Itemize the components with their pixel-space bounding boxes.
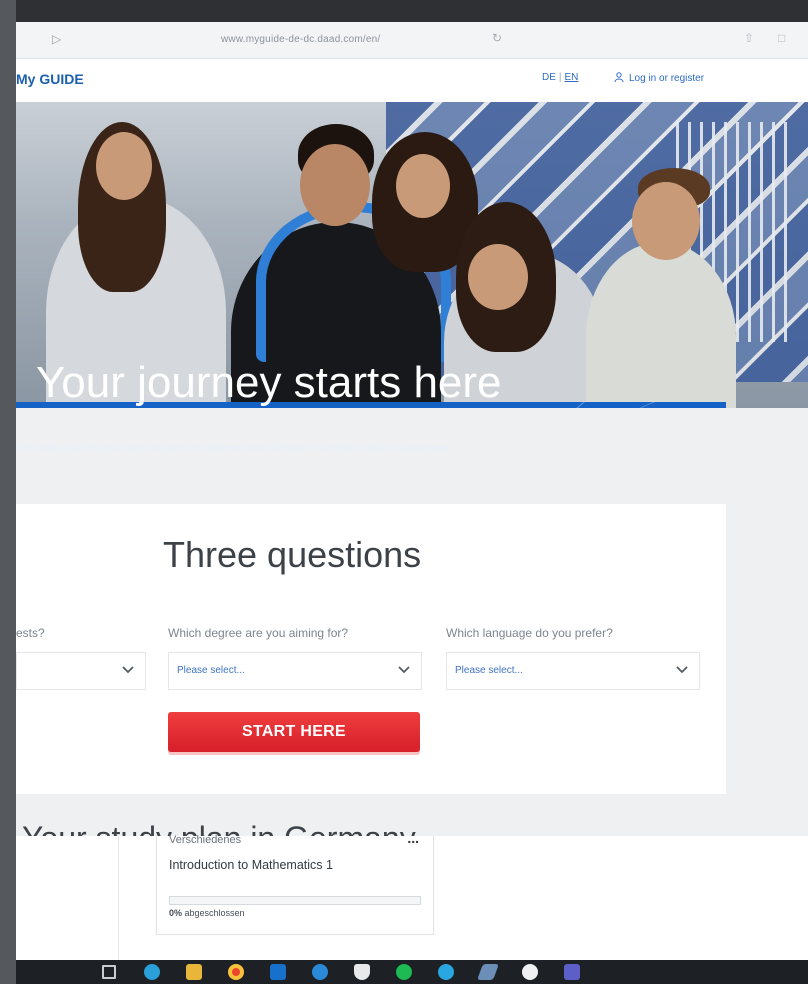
telegram-icon[interactable] [438,964,454,980]
questions-heading: Three questions [163,534,422,575]
spotify-icon[interactable] [396,964,412,980]
teams-icon[interactable] [564,964,580,980]
language-select-value: Please select... [455,665,523,676]
screen-left-strip [0,0,16,984]
chevron-down-icon [398,666,410,674]
chrome-icon[interactable] [228,964,244,980]
edge-icon[interactable] [144,964,160,980]
app-icon[interactable] [522,964,538,980]
url-text[interactable]: www.myguide-de-dc.daad.com/en/ [221,34,380,45]
hero-face-2 [300,144,370,226]
question-label-3: Which language do you prefer? [446,626,613,640]
task-view-icon[interactable] [102,965,116,979]
language-switcher: DE | EN [542,72,578,83]
course-category: Verschiedenes [169,834,242,846]
lang-separator: | [558,72,562,83]
skype-icon[interactable] [312,964,328,980]
language-select[interactable]: Please select... [446,652,700,690]
more-options-icon[interactable]: ... [407,830,419,846]
tabs-icon[interactable]: □ [778,31,785,45]
address-bar[interactable]: ▷ www.myguide-de-dc.daad.com/en/ ↻ ⇧ □ [16,22,808,59]
lang-en-link[interactable]: EN [565,72,579,83]
back-icon[interactable]: ▷ [52,32,61,46]
site-header: My GUIDE DE | EN Log in or register [16,59,808,102]
course-progress-bar [169,896,421,905]
login-label: Log in or register [629,73,705,84]
browser-window: ▷ www.myguide-de-dc.daad.com/en/ ↻ ⇧ □ M… [16,22,808,962]
degree-select[interactable]: Please select... [168,652,422,690]
hero-face-1 [96,132,152,200]
course-title[interactable]: Introduction to Mathematics 1 [169,858,333,872]
share-icon[interactable]: ⇧ [744,31,754,45]
degree-select-value: Please select... [177,665,245,676]
hero-face-3 [396,154,450,218]
login-link[interactable]: Log in or register [614,72,704,84]
overlay-divider [118,836,119,960]
hero-banner-text: Your journey starts here IDE helps you f… [16,322,726,494]
outlook-icon[interactable] [270,964,286,980]
chevron-down-icon [122,666,134,674]
hero-subtitle: IDE helps you find your way through the … [16,442,449,454]
question-label-1: ests? [16,626,45,640]
security-icon[interactable] [354,964,370,980]
lang-de-link[interactable]: DE [542,72,556,83]
pen-icon[interactable] [477,964,499,980]
course-progress-text: 0% abgeschlossen [169,908,245,918]
chevron-down-icon [676,666,688,674]
site-logo[interactable]: My GUIDE [16,71,84,87]
user-icon [614,72,624,82]
course-progress-label: abgeschlossen [182,908,245,918]
reload-icon[interactable]: ↻ [492,31,502,45]
question-label-2: Which degree are you aiming for? [168,626,349,640]
questions-card: Three questions ests? Which degree are y… [16,504,726,794]
course-progress-percent: 0% [169,908,183,918]
hero-face-5 [632,182,700,260]
course-overlay-panel: Verschiedenes ... Introduction to Mathem… [16,830,808,960]
start-here-button[interactable]: START HERE [168,712,420,752]
interest-select[interactable] [16,652,146,690]
course-card[interactable]: Verschiedenes ... Introduction to Mathem… [156,830,434,935]
file-explorer-icon[interactable] [186,964,202,980]
hero-face-4 [468,244,528,310]
hero-title: Your journey starts here [36,358,502,407]
taskbar [16,960,808,984]
